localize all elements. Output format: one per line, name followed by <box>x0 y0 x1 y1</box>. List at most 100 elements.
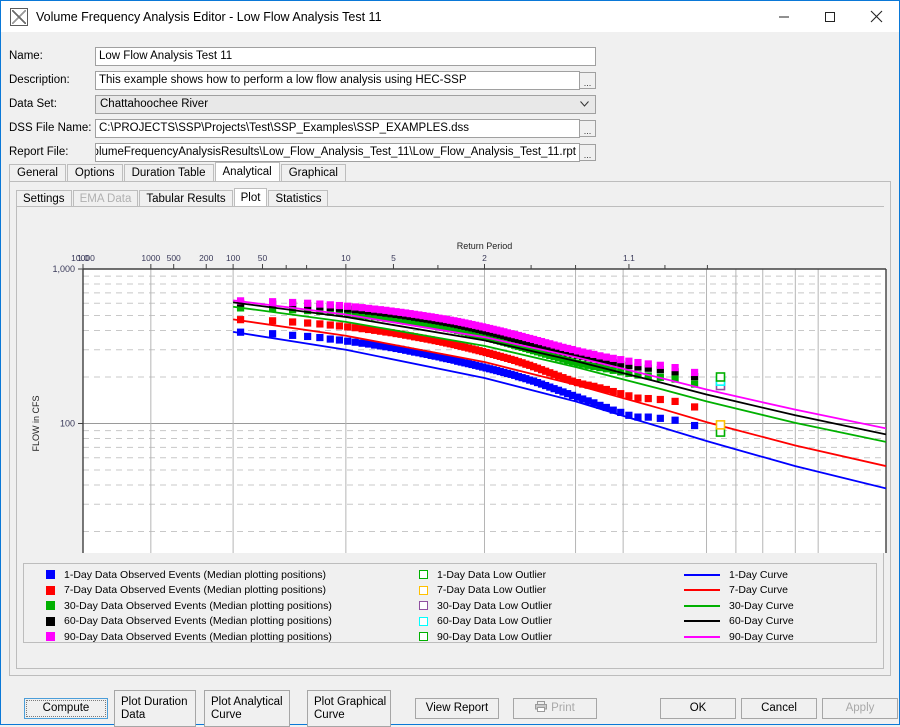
tab-plot[interactable]: Plot <box>234 188 268 206</box>
report-file-input[interactable]: es\VolumeFrequencyAnalysisResults\Low_Fl… <box>95 143 580 162</box>
outer-tab-strip: General Options Duration Table Analytica… <box>9 163 347 181</box>
plot-duration-data-button[interactable]: Plot Duration Data <box>114 690 196 727</box>
legend-swatch-line <box>684 574 720 576</box>
frequency-plot: 1.01.1251050100200500100010000Return Per… <box>17 207 883 553</box>
window-title: Volume Frequency Analysis Editor - Low F… <box>36 10 382 24</box>
description-field-wrap: This example shows how to perform a low … <box>95 71 596 90</box>
plot-graphical-curve-button[interactable]: Plot Graphical Curve <box>307 690 391 727</box>
minimize-button[interactable] <box>761 1 807 32</box>
legend-label: 1-Day Data Low Outlier <box>437 569 546 581</box>
name-label: Name: <box>9 50 95 62</box>
description-row: Description: This example shows how to p… <box>9 70 891 90</box>
svg-text:5: 5 <box>391 253 396 263</box>
legend-label: 30-Day Data Observed Events (Median plot… <box>64 600 332 612</box>
dss-file-input[interactable]: C:\PROJECTS\SSP\Projects\Test\SSP_Exampl… <box>95 119 580 138</box>
legend-label: 90-Day Data Observed Events (Median plot… <box>64 631 332 643</box>
tab-analytical[interactable]: Analytical <box>215 162 280 181</box>
legend-item: 90-Day Data Observed Events (Median plot… <box>46 629 332 645</box>
tab-graphical[interactable]: Graphical <box>281 164 346 181</box>
legend-swatch-line <box>684 620 720 622</box>
view-report-button[interactable]: View Report <box>415 698 499 719</box>
analytical-panel: Settings EMA Data Tabular Results Plot S… <box>9 181 891 676</box>
plot-canvas[interactable]: 1.01.1251050100200500100010000Return Per… <box>17 207 889 553</box>
legend-column-outliers: 1-Day Data Low Outlier7-Day Data Low Out… <box>419 567 552 645</box>
legend-swatch-filled <box>46 632 55 641</box>
plot-analytical-curve-button[interactable]: Plot Analytical Curve <box>204 690 290 727</box>
title-bar: Volume Frequency Analysis Editor - Low F… <box>1 1 899 32</box>
legend-item: 60-Day Data Observed Events (Median plot… <box>46 614 332 630</box>
legend-item: 7-Day Curve <box>684 583 794 599</box>
close-button[interactable] <box>853 1 899 32</box>
name-input[interactable]: Low Flow Analysis Test 11 <box>95 47 596 66</box>
plot-duration-data-line2: Data <box>121 709 145 722</box>
tab-tabular-results[interactable]: Tabular Results <box>139 190 232 206</box>
description-browse-button[interactable]: ... <box>580 72 596 89</box>
maximize-button[interactable] <box>807 1 853 32</box>
svg-text:2: 2 <box>482 253 487 263</box>
legend-swatch-line <box>684 605 720 607</box>
plot-analytical-curve-line1: Plot Analytical <box>211 696 283 709</box>
plot-legend: 1-Day Data Observed Events (Median plott… <box>23 563 877 643</box>
printer-icon <box>535 701 547 716</box>
data-set-label: Data Set: <box>9 98 95 110</box>
legend-swatch-filled <box>46 617 55 626</box>
legend-label: 7-Day Data Observed Events (Median plott… <box>64 584 326 596</box>
legend-swatch-hollow <box>419 617 428 626</box>
legend-label: 1-Day Data Observed Events (Median plott… <box>64 569 326 581</box>
legend-label: 60-Day Data Observed Events (Median plot… <box>64 615 332 627</box>
ok-button[interactable]: OK <box>660 698 736 719</box>
print-button: Print <box>513 698 597 719</box>
report-file-label: Report File: <box>9 146 95 158</box>
plot-graphical-curve-line2: Curve <box>314 709 345 722</box>
tab-statistics[interactable]: Statistics <box>268 190 328 206</box>
app-icon <box>10 8 28 26</box>
legend-label: 30-Day Data Low Outlier <box>437 600 552 612</box>
description-input[interactable]: This example shows how to perform a low … <box>95 71 580 90</box>
legend-item: 90-Day Curve <box>684 629 794 645</box>
plot-analytical-curve-line2: Curve <box>211 709 242 722</box>
svg-text:100: 100 <box>226 253 240 263</box>
svg-text:200: 200 <box>199 253 213 263</box>
svg-text:50: 50 <box>258 253 268 263</box>
legend-item: 1-Day Curve <box>684 567 794 583</box>
compute-button[interactable]: Compute <box>24 698 108 719</box>
data-set-value: Chattahoochee River <box>100 98 208 110</box>
svg-text:1000: 1000 <box>141 253 160 263</box>
legend-column-curves: 1-Day Curve7-Day Curve30-Day Curve60-Day… <box>684 567 794 645</box>
tab-options[interactable]: Options <box>67 164 123 181</box>
svg-text:500: 500 <box>167 253 181 263</box>
legend-label: 7-Day Curve <box>729 584 788 596</box>
svg-text:10000: 10000 <box>71 253 95 263</box>
legend-item: 7-Day Data Observed Events (Median plott… <box>46 583 332 599</box>
svg-text:10: 10 <box>341 253 351 263</box>
svg-text:1.1: 1.1 <box>623 253 635 263</box>
report-file-browse-button[interactable]: ... <box>580 144 596 161</box>
chevron-down-icon <box>580 98 589 110</box>
legend-label: 60-Day Data Low Outlier <box>437 615 552 627</box>
legend-item: 30-Day Data Low Outlier <box>419 598 552 614</box>
legend-item: 30-Day Curve <box>684 598 794 614</box>
legend-swatch-hollow <box>419 632 428 641</box>
legend-label: 90-Day Curve <box>729 631 794 643</box>
data-set-select[interactable]: Chattahoochee River <box>95 95 596 114</box>
plot-duration-data-line1: Plot Duration <box>121 696 187 709</box>
svg-text:FLOW in CFS: FLOW in CFS <box>31 395 41 451</box>
dss-file-browse-button[interactable]: ... <box>580 120 596 137</box>
tab-general[interactable]: General <box>9 164 66 181</box>
legend-label: 90-Day Data Low Outlier <box>437 631 552 643</box>
dss-file-label: DSS File Name: <box>9 122 95 134</box>
dialog-button-bar: Compute Plot Duration Data Plot Analytic… <box>1 676 899 724</box>
name-field-wrap: Low Flow Analysis Test 11 <box>95 47 596 66</box>
legend-swatch-hollow <box>419 586 428 595</box>
legend-column-observed: 1-Day Data Observed Events (Median plott… <box>46 567 332 645</box>
svg-text:100: 100 <box>60 419 75 429</box>
cancel-button[interactable]: Cancel <box>741 698 817 719</box>
legend-swatch-filled <box>46 570 55 579</box>
svg-text:1,000: 1,000 <box>52 264 75 274</box>
volume-frequency-analysis-editor-window: Volume Frequency Analysis Editor - Low F… <box>0 0 900 725</box>
tab-settings[interactable]: Settings <box>16 190 72 206</box>
legend-item: 1-Day Data Observed Events (Median plott… <box>46 567 332 583</box>
tab-duration-table[interactable]: Duration Table <box>124 164 214 181</box>
window-controls <box>761 1 899 32</box>
print-label: Print <box>551 702 575 715</box>
